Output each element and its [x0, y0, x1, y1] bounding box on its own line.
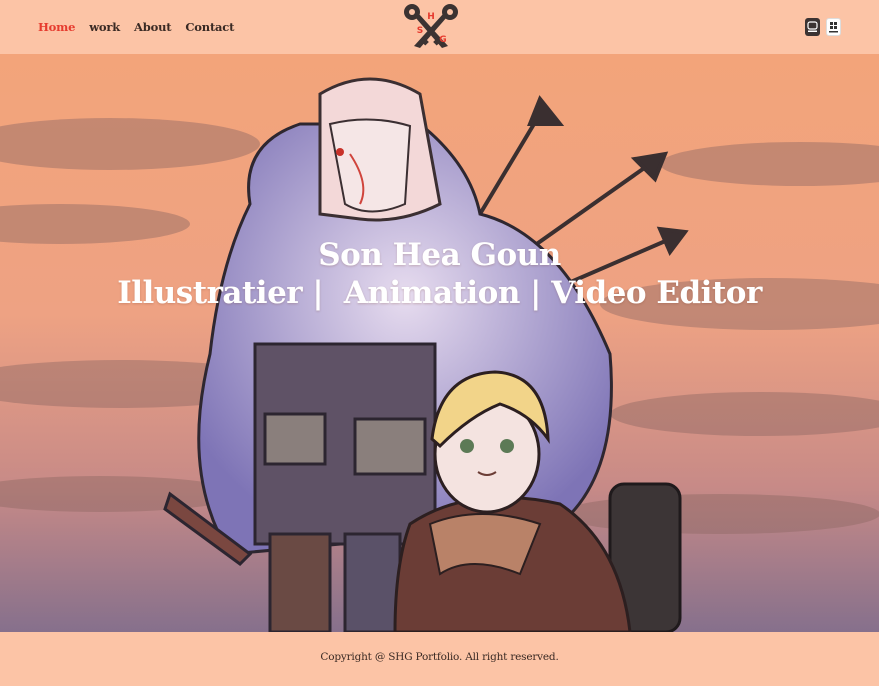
nav-contact[interactable]: Contact — [185, 20, 234, 34]
shg-logo[interactable]: H S G — [398, 2, 464, 50]
logo-letter-h: H — [427, 12, 435, 22]
site-header: Home work About Contact H S G — [0, 0, 879, 54]
blog-icon[interactable] — [805, 18, 820, 36]
logo-letter-s: S — [417, 26, 423, 36]
nav-home[interactable]: Home — [38, 20, 75, 34]
nav-about[interactable]: About — [134, 20, 172, 34]
kakao-qr-icon[interactable] — [826, 18, 841, 36]
logo-letter-g: G — [439, 35, 446, 45]
copyright-text: Copyright @ SHG Portfolio. All right res… — [320, 651, 559, 663]
hero-section: Son Hea Goun Illustratier | Animation | … — [0, 54, 879, 632]
nav-work[interactable]: work — [89, 20, 120, 34]
social-links — [805, 18, 841, 36]
hero-illustration — [0, 54, 879, 632]
main-nav: Home work About Contact — [38, 20, 234, 34]
hero-name: Son Hea Goun — [318, 237, 561, 273]
hero-roles: Illustratier | Animation | Video Editor — [117, 275, 762, 311]
hero-title: Son Hea Goun Illustratier | Animation | … — [0, 236, 879, 312]
site-footer: Copyright @ SHG Portfolio. All right res… — [0, 632, 879, 686]
